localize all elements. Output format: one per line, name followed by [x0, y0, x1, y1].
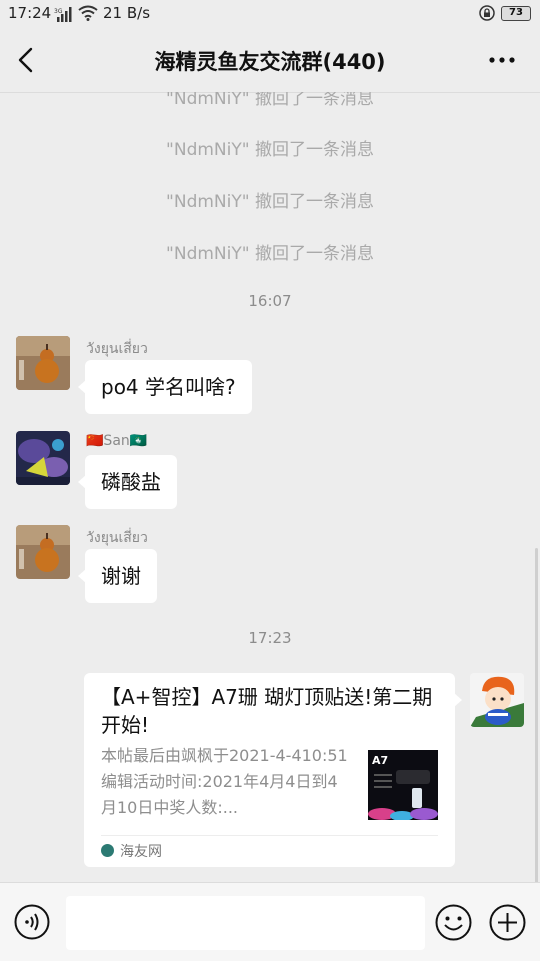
chat-title: 海精灵鱼友交流群(440) [154, 50, 386, 74]
timestamp: 17:23 [248, 629, 292, 647]
sender-name: วังยุนเสี่ยว [86, 341, 148, 357]
avatar[interactable] [16, 431, 70, 485]
avatar[interactable] [16, 525, 70, 579]
message-list[interactable]: "NdmNiY" 撤回了一条消息 "NdmNiY" 撤回了一条消息 "NdmNi… [0, 92, 540, 882]
aquarium-avatar-icon [16, 431, 70, 485]
signal-icon: 3G [54, 7, 72, 22]
status-bar: 17:24 3G 21 B/s 73 [0, 0, 540, 28]
wifi-icon [78, 5, 98, 21]
sender-name: วังยุนเสี่ยว [86, 530, 148, 546]
avatar[interactable] [16, 336, 70, 390]
system-message: "NdmNiY" 撤回了一条消息 [166, 140, 374, 160]
system-message: "NdmNiY" 撤回了一条消息 [166, 192, 374, 212]
more-dots-icon[interactable] [488, 56, 516, 64]
lock-icon [479, 5, 495, 21]
message-bubble[interactable]: 谢谢 [78, 549, 157, 603]
message-input[interactable] [66, 896, 425, 950]
message-bubble[interactable]: 磷酸盐 [78, 455, 177, 509]
network-speed: 21 B/s [103, 4, 151, 22]
product-thumbnail-icon: A7 [368, 750, 438, 820]
input-bar [0, 882, 540, 961]
card-source-label: 海友网 [120, 844, 162, 860]
voice-icon[interactable] [14, 904, 50, 940]
plus-icon[interactable] [489, 904, 526, 941]
system-message: "NdmNiY" 撤回了一条消息 [166, 244, 374, 264]
source-logo-icon [101, 844, 114, 857]
card-thumbnail: A7 [368, 750, 438, 820]
gourd-avatar-icon [16, 336, 70, 390]
status-time: 17:24 [8, 4, 52, 22]
cartoon-avatar-icon [470, 673, 524, 727]
card-source: 海友网 [101, 841, 162, 861]
card-title: 【A+智控】A7珊 瑚灯顶贴送!第二期开始! [101, 685, 433, 737]
card-divider [101, 835, 438, 836]
system-message: "NdmNiY" 撤回了一条消息 [166, 92, 374, 109]
chat-header: 海精灵鱼友交流群(440) [0, 28, 540, 93]
emoji-icon[interactable] [435, 904, 472, 941]
svg-text:3G: 3G [54, 8, 63, 15]
card-description: 本帖最后由飒枫于2021-4-410:51编辑活动时间:2021年4月4日到4月… [101, 746, 348, 817]
link-card[interactable]: 【A+智控】A7珊 瑚灯顶贴送!第二期开始! 本帖最后由飒枫于2021-4-41… [84, 673, 462, 867]
scrollbar[interactable] [535, 548, 538, 883]
gourd-avatar-icon [16, 525, 70, 579]
self-avatar[interactable] [470, 673, 524, 727]
svg-text:A7: A7 [372, 754, 388, 767]
timestamp: 16:07 [248, 292, 292, 310]
battery-indicator: 73 [501, 6, 531, 21]
message-bubble[interactable]: po4 学名叫啥? [78, 360, 252, 414]
sender-name: 🇨🇳San🇲🇴 [86, 433, 148, 449]
